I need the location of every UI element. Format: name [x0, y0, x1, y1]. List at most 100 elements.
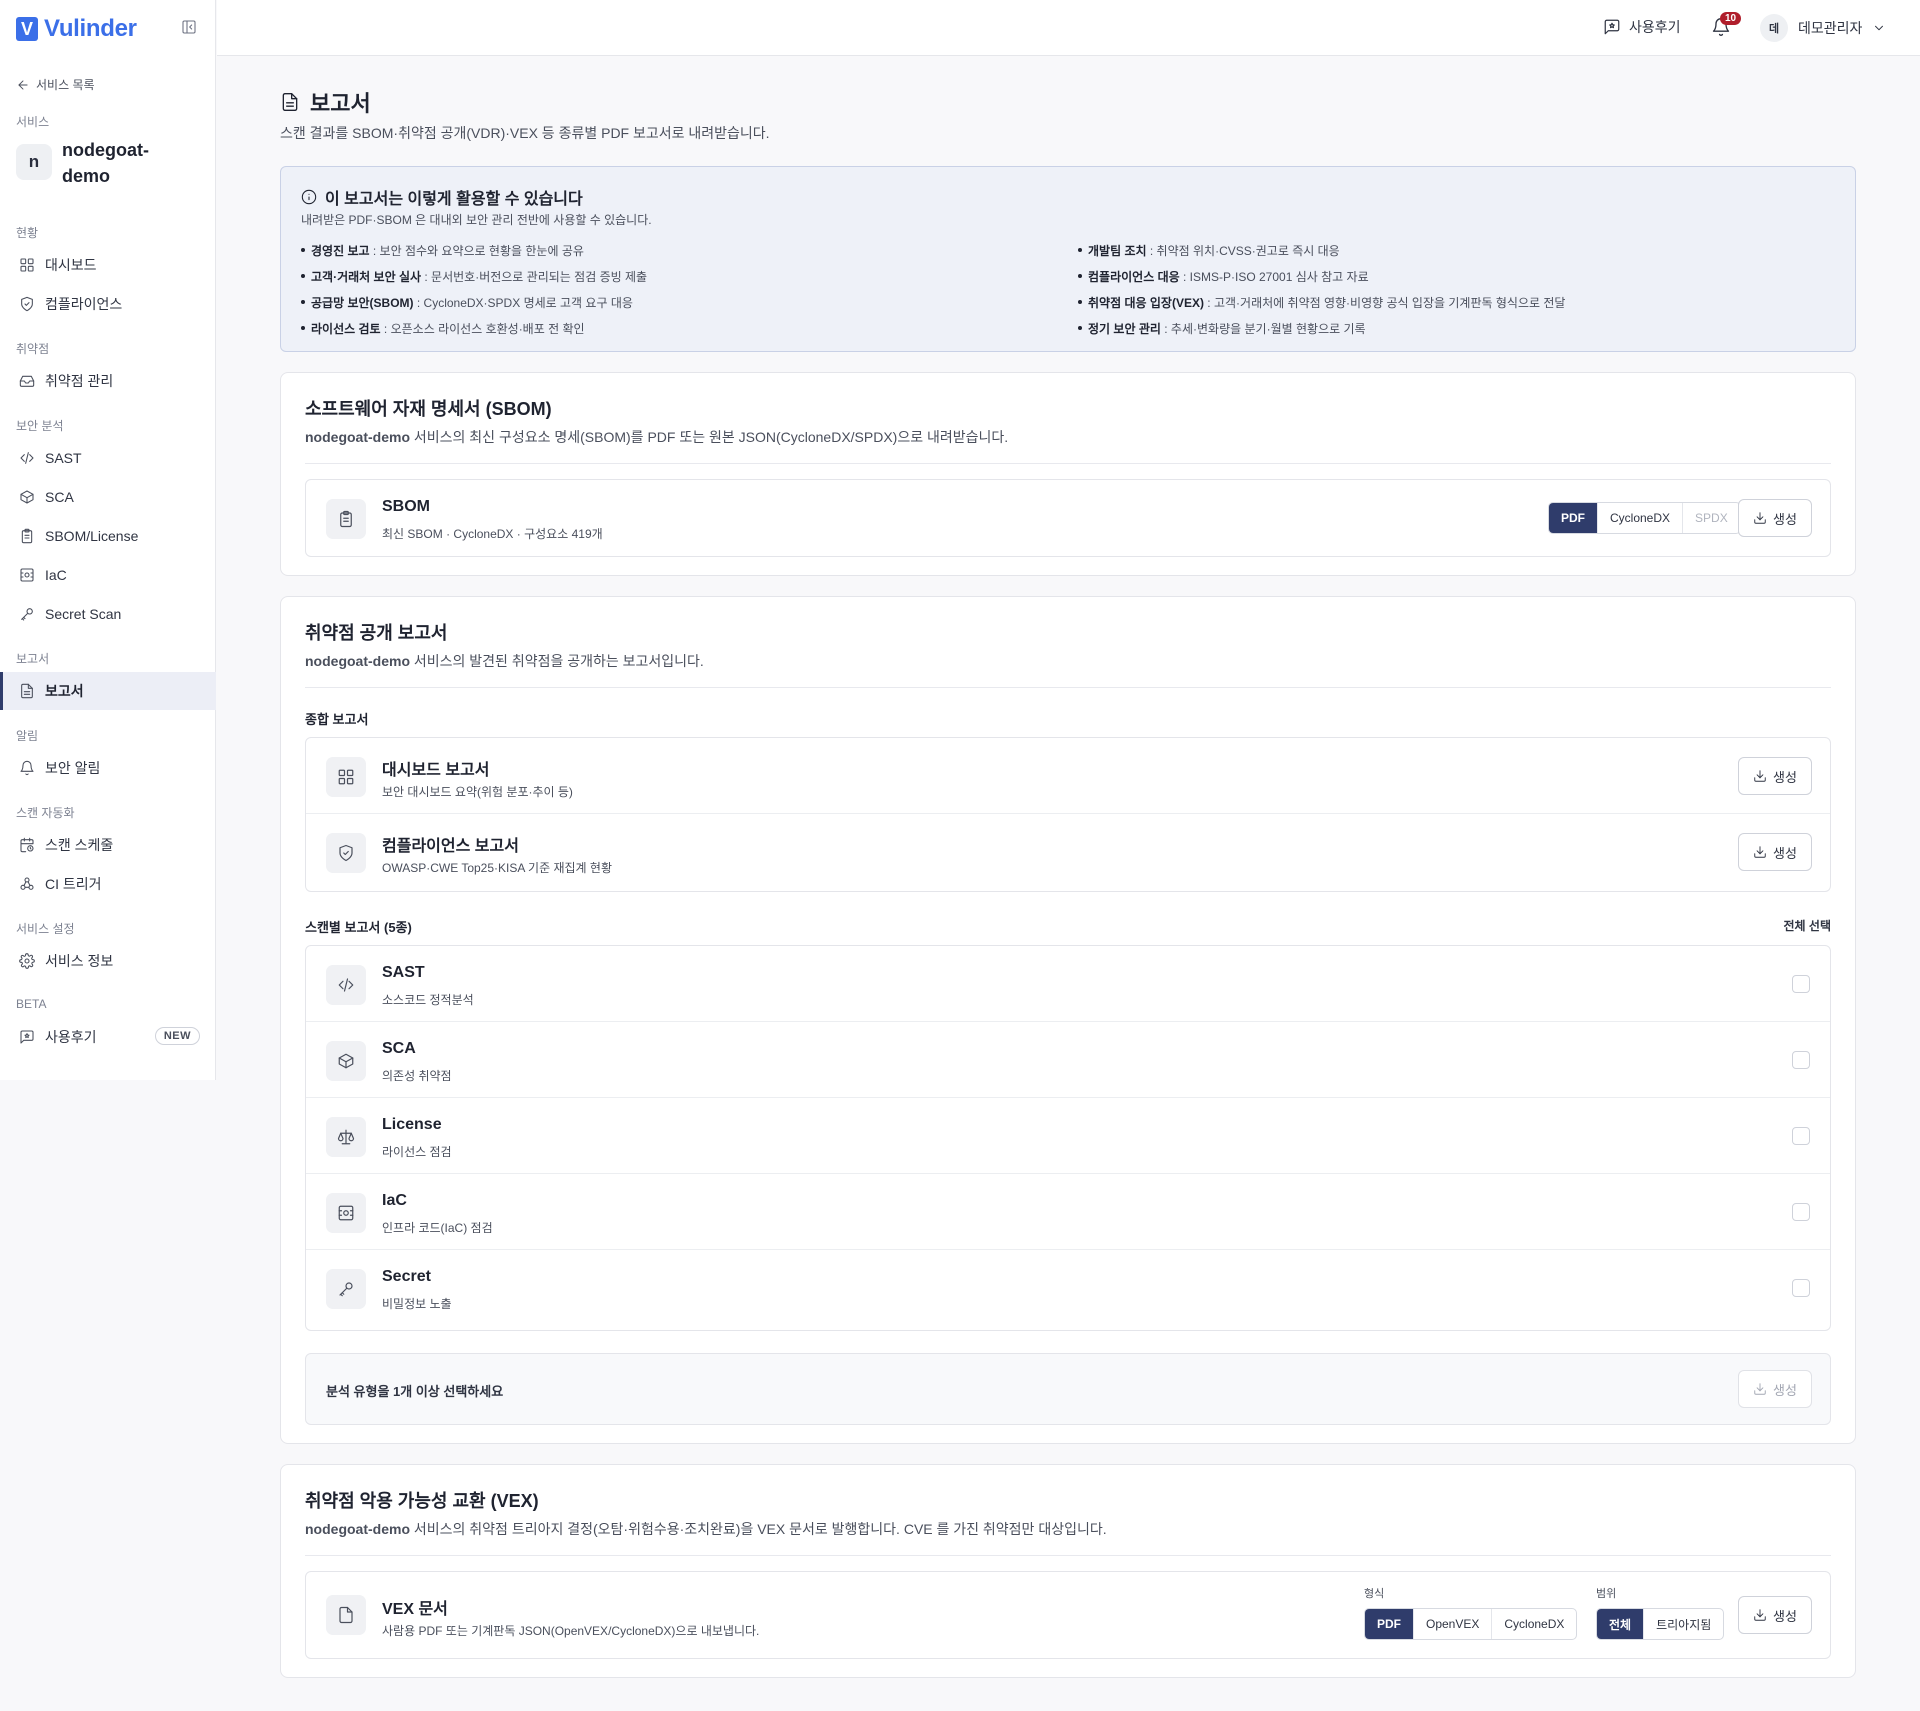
- dashboard-report-generate-button[interactable]: 생성: [1738, 757, 1812, 795]
- license-checkbox[interactable]: [1792, 1127, 1810, 1145]
- report-subtitle: 보안 대시보드 요약(위험 분포·추이 등): [382, 785, 573, 799]
- report-subtitle: OWASP·CWE Top25·KISA 기준 재집계 현황: [382, 861, 612, 875]
- list-item[interactable]: Secret 비밀정보 노출: [306, 1250, 1830, 1326]
- sbom-title: 소프트웨어 자재 명세서 (SBOM): [305, 399, 552, 419]
- scale-icon: [337, 1129, 355, 1145]
- vex-generate-button[interactable]: 생성: [1738, 1596, 1812, 1634]
- sidebar-item-reports[interactable]: 보고서: [0, 672, 216, 710]
- sidebar-item-service-info[interactable]: 서비스 정보: [0, 942, 216, 980]
- sca-checkbox[interactable]: [1792, 1051, 1810, 1069]
- page-description: 스캔 결과를 SBOM·취약점 공개(VDR)·VEX 등 종류별 PDF 보고…: [280, 125, 770, 141]
- list-item: 컴플라이언스 보고서 OWASP·CWE Top25·KISA 기준 재집계 현…: [306, 814, 1830, 890]
- sidebar-item-label: 사용후기: [45, 1029, 97, 1045]
- format-option-openvex[interactable]: OpenVEX: [1413, 1609, 1491, 1639]
- compliance-report-generate-button[interactable]: 생성: [1738, 833, 1812, 871]
- dashboard-icon: [20, 258, 34, 272]
- list-item: 공급망 보안(SBOM) : CycloneDX·SPDX 명세로 고객 요구 …: [301, 289, 647, 315]
- shield-icon: [339, 844, 353, 862]
- vex-row: VEX 문서 사람용 PDF 또는 기계판독 JSON(OpenVEX/Cycl…: [306, 1572, 1830, 1658]
- sidebar: V Vulinder 서비스 목록 서비스 n nodegoat-demo 현황…: [0, 0, 216, 1080]
- iac-checkbox[interactable]: [1792, 1203, 1810, 1221]
- notifications-button[interactable]: 10: [1711, 12, 1742, 37]
- list-item[interactable]: SCA 의존성 취약점: [306, 1022, 1830, 1098]
- format-option-cyclonedx[interactable]: CycloneDX: [1597, 503, 1682, 533]
- info-list-right: 개발팀 조치 : 취약점 위치·CVSS·권고로 즉시 대응 컴플라이언스 대응…: [1078, 237, 1565, 341]
- feedback-icon: [1604, 19, 1620, 35]
- format-option-spdx[interactable]: SPDX: [1682, 503, 1740, 533]
- calendar-clock-icon: [20, 837, 34, 853]
- vex-item-subtitle: 사람용 PDF 또는 기계판독 JSON(OpenVEX/CycloneDX)으…: [382, 1624, 760, 1638]
- sidebar-item-ci-trigger[interactable]: CI 트리거: [0, 865, 216, 903]
- scope-option-all[interactable]: 전체: [1597, 1609, 1644, 1639]
- vex-description: nodegoat-demo 서비스의 취약점 트리아지 결정(오탐·위험수용·조…: [305, 1521, 1107, 1537]
- sidebar-item-scan-schedule[interactable]: 스캔 스케줄: [0, 826, 216, 864]
- format-option-cyclonedx[interactable]: CycloneDX: [1491, 1609, 1576, 1639]
- sidebar-item-vuln-management[interactable]: 취약점 관리: [0, 362, 216, 400]
- sidebar-item-label: 보안 알림: [45, 760, 101, 776]
- report-title: IaC: [382, 1192, 407, 1209]
- secret-checkbox[interactable]: [1792, 1279, 1810, 1297]
- vdr-card: 취약점 공개 보고서 nodegoat-demo 서비스의 발견된 취약점을 공…: [280, 596, 1856, 1444]
- sidebar-item-dashboard[interactable]: 대시보드: [0, 246, 216, 284]
- sidebar-item-sca[interactable]: SCA: [0, 478, 216, 516]
- sidebar-item-label: Secret Scan: [45, 606, 122, 622]
- generate-label: 생성: [1773, 511, 1797, 527]
- sidebar-item-security-alerts[interactable]: 보안 알림: [0, 749, 216, 787]
- current-service: n nodegoat-demo: [16, 137, 172, 189]
- sidebar-item-label: 스캔 스케줄: [45, 837, 114, 853]
- list-item[interactable]: SAST 소스코드 정적분석: [306, 946, 1830, 1022]
- sbom-item-box: SBOM 최신 SBOM · CycloneDX · 구성요소 419개 PDF…: [305, 479, 1831, 557]
- sidebar-item-secret-scan[interactable]: Secret Scan: [0, 595, 216, 633]
- report-subtitle: 라이선스 점검: [382, 1145, 452, 1159]
- list-item[interactable]: License 라이선스 점검: [306, 1098, 1830, 1174]
- list-item[interactable]: IaC 인프라 코드(IaC) 점검: [306, 1174, 1830, 1250]
- sidebar-item-sbom-license[interactable]: SBOM/License: [0, 517, 216, 555]
- avatar: 데: [1760, 14, 1788, 42]
- code-icon: [338, 978, 354, 992]
- select-all-link[interactable]: 전체 선택: [1784, 917, 1832, 934]
- vdr-title: 취약점 공개 보고서: [305, 623, 448, 643]
- list-item: 라이선스 검토 : 오픈소스 라이선스 호환성·배포 전 확인: [301, 315, 647, 341]
- sbom-format-selector: PDF CycloneDX SPDX: [1548, 502, 1741, 534]
- row-icon: [326, 833, 366, 873]
- arrow-left-icon: [18, 79, 28, 90]
- sidebar-item-sast[interactable]: SAST: [0, 439, 216, 477]
- format-option-pdf[interactable]: PDF: [1549, 503, 1597, 533]
- download-icon: [1754, 770, 1766, 782]
- scope-option-triaged[interactable]: 트리아지됨: [1643, 1609, 1723, 1639]
- sidebar-collapse-icon[interactable]: [181, 19, 197, 35]
- list-item: 취약점 대응 입장(VEX) : 고객·거래처에 취약점 영향·비영향 공식 입…: [1078, 289, 1565, 315]
- report-title: Secret: [382, 1268, 431, 1285]
- page-title-text: 보고서: [310, 91, 371, 116]
- new-badge: NEW: [154, 1027, 200, 1045]
- user-menu[interactable]: 데 데모관리자: [1760, 14, 1886, 42]
- scope-label: 범위: [1596, 1588, 1617, 1600]
- sidebar-item-label: SCA: [45, 489, 74, 505]
- vex-item-box: VEX 문서 사람용 PDF 또는 기계판독 JSON(OpenVEX/Cycl…: [305, 1571, 1831, 1659]
- nav-section-label: 보고서: [16, 652, 50, 666]
- sidebar-item-compliance[interactable]: 컴플라이언스: [0, 285, 216, 323]
- feedback-button[interactable]: 사용후기: [1603, 17, 1681, 37]
- sast-checkbox[interactable]: [1792, 975, 1810, 993]
- back-to-services-link[interactable]: 서비스 목록: [16, 76, 95, 93]
- sidebar-item-iac[interactable]: IaC: [0, 556, 216, 594]
- logo-text: Vulinder: [44, 15, 137, 42]
- iac-icon: [338, 1205, 354, 1221]
- report-title: SAST: [382, 964, 425, 981]
- app-logo[interactable]: V Vulinder: [16, 15, 137, 43]
- file-icon: [339, 1606, 353, 1624]
- sbom-generate-button[interactable]: 생성: [1738, 499, 1812, 537]
- sbom-item-subtitle: 최신 SBOM · CycloneDX · 구성요소 419개: [382, 527, 603, 541]
- sidebar-item-label: 대시보드: [45, 257, 97, 273]
- service-avatar: n: [16, 144, 52, 180]
- info-title-text: 이 보고서는 이렇게 활용할 수 있습니다: [325, 191, 583, 208]
- sidebar-item-feedback[interactable]: 사용후기 NEW: [0, 1018, 216, 1056]
- scan-report-generate-button[interactable]: 생성: [1738, 1370, 1812, 1408]
- bell-icon: [20, 760, 34, 776]
- summary-reports-box: 대시보드 보고서 보안 대시보드 요약(위험 분포·추이 등) 생성 컴플라이언…: [305, 737, 1831, 892]
- format-option-pdf[interactable]: PDF: [1365, 1609, 1413, 1639]
- report-title: 컴플라이언스 보고서: [382, 838, 519, 855]
- row-icon: [326, 757, 366, 797]
- clipboard-icon: [340, 510, 352, 528]
- nav-section-label: 보안 분석: [16, 419, 64, 433]
